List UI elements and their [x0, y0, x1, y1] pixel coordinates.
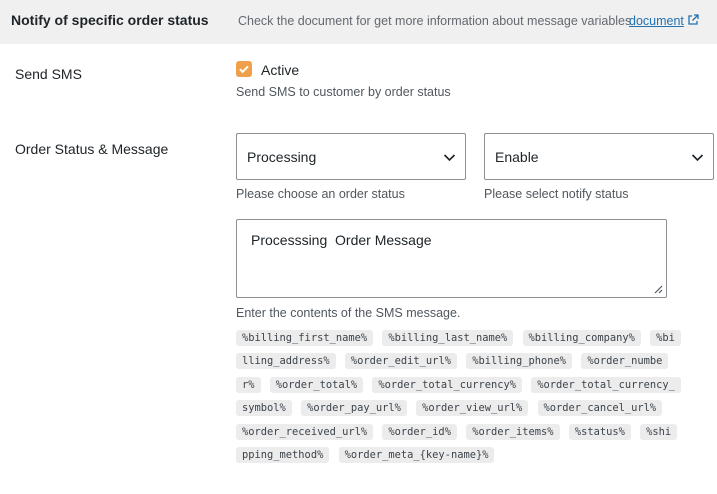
- section-title: Notify of specific order status: [11, 12, 209, 28]
- message-variable-tag: %order_cancel_url%: [537, 400, 663, 417]
- message-variable-tag: %order_total_currency%: [372, 376, 523, 393]
- order-status-help: Please choose an order status: [236, 187, 405, 201]
- active-checkbox[interactable]: [236, 61, 252, 77]
- send-sms-help: Send SMS to customer by order status: [236, 85, 451, 99]
- chevron-down-icon: [691, 154, 704, 162]
- message-variable-tag: %order_view_url%: [416, 400, 529, 417]
- message-variable-tag: %billing_last_name%: [382, 330, 514, 346]
- section-header: Notify of specific order status Check th…: [0, 0, 717, 44]
- message-variable-tag: %billing_phone%: [466, 353, 573, 370]
- sms-message-textarea[interactable]: Processsing Order Message: [236, 219, 667, 298]
- sms-message-help: Enter the contents of the SMS message.: [236, 306, 461, 320]
- notify-status-help: Please select notify status: [484, 187, 629, 201]
- order-status-select[interactable]: Processing: [236, 133, 466, 180]
- order-status-label: Order Status & Message: [15, 141, 169, 157]
- document-link-label: document: [629, 14, 684, 28]
- notify-status-select[interactable]: Enable: [484, 133, 714, 180]
- order-status-value: Processing: [247, 148, 317, 165]
- message-variable-tag: %order_items%: [466, 423, 560, 440]
- message-variable-tag: %order_id%: [382, 423, 457, 440]
- resize-grip-icon[interactable]: [653, 284, 663, 294]
- send-sms-label: Send SMS: [15, 66, 82, 82]
- active-checkbox-label[interactable]: Active: [261, 62, 299, 78]
- message-variable-tag: %order_received_url%: [236, 423, 374, 440]
- message-variable-tag: %order_edit_url%: [344, 353, 457, 370]
- external-link-icon: [688, 13, 699, 25]
- message-variable-tag: %billing_company%: [522, 330, 641, 346]
- message-variable-tag: %order_total%: [269, 376, 364, 393]
- message-variable-tag: %billing_first_name%: [236, 330, 374, 346]
- notify-status-value: Enable: [495, 148, 539, 165]
- sms-message-value: Processsing Order Message: [251, 232, 432, 248]
- check-icon: [239, 65, 249, 74]
- message-variable-tag: %order_pay_url%: [301, 400, 407, 417]
- chevron-down-icon: [443, 154, 456, 162]
- section-description: Check the document for get more informat…: [238, 14, 632, 28]
- message-variable-tag: %status%: [568, 423, 631, 440]
- document-link[interactable]: document: [629, 13, 699, 28]
- message-variable-tag: %order_meta_{key-name}%: [338, 447, 495, 464]
- message-variables-list: %billing_first_name% %billing_last_name%…: [236, 327, 681, 467]
